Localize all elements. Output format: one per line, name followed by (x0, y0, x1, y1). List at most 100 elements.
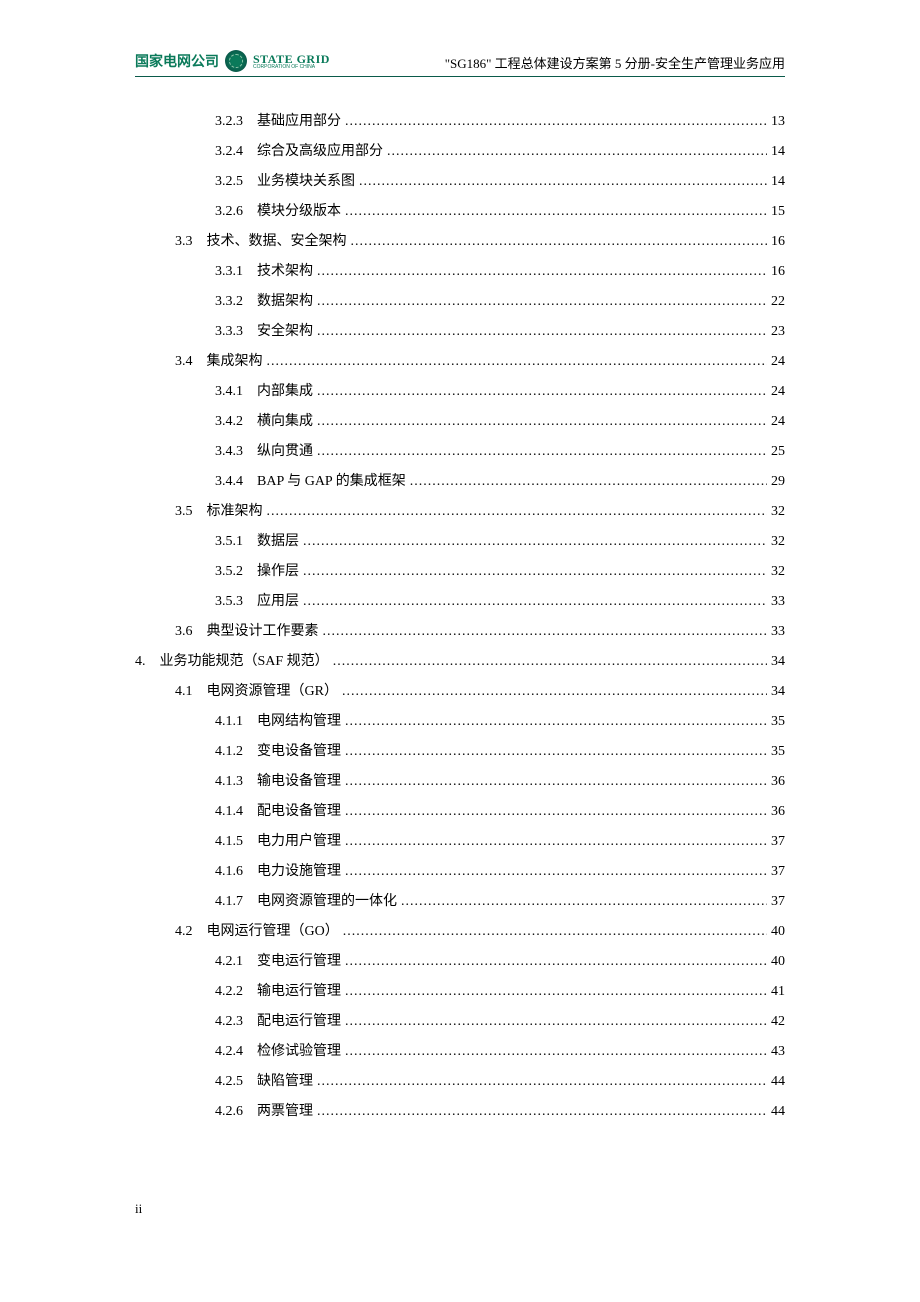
toc-entry: 3.5.2操作层32 (135, 560, 785, 590)
toc-page: 40 (771, 924, 785, 940)
toc-leader-dots (345, 954, 767, 970)
company-name-en: STATE GRID CORPORATION OF CHINA (253, 53, 330, 70)
toc-page: 14 (771, 174, 785, 190)
toc-title: 技术、数据、安全架构 (207, 230, 347, 250)
toc-page: 29 (771, 474, 785, 490)
toc-title: 缺陷管理 (257, 1070, 313, 1090)
toc-page: 35 (771, 714, 785, 730)
toc-number: 3.5.2 (215, 564, 243, 580)
toc-number: 4.2.3 (215, 1014, 243, 1030)
toc-page: 44 (771, 1104, 785, 1120)
document-title: "SG186" 工程总体建设方案第 5 分册-安全生产管理业务应用 (445, 53, 785, 72)
toc-title: 典型设计工作要素 (207, 620, 319, 640)
toc-title: 综合及高级应用部分 (257, 140, 383, 160)
toc-page: 32 (771, 504, 785, 520)
toc-leader-dots (317, 294, 767, 310)
toc-leader-dots (410, 474, 767, 490)
company-logo-icon (225, 50, 247, 72)
toc-page: 33 (771, 624, 785, 640)
toc-number: 3.3 (175, 234, 193, 250)
toc-number: 4. (135, 654, 146, 670)
toc-entry: 4.2.2输电运行管理41 (135, 980, 785, 1010)
toc-page: 24 (771, 354, 785, 370)
toc-entry: 3.4.3纵向贯通25 (135, 440, 785, 470)
toc-leader-dots (333, 654, 767, 670)
toc-page: 36 (771, 804, 785, 820)
toc-number: 4.2.5 (215, 1074, 243, 1090)
toc-entry: 4.1.3输电设备管理36 (135, 770, 785, 800)
toc-number: 3.5 (175, 504, 193, 520)
toc-entry: 4.2.3 配电运行管理 42 (135, 1010, 785, 1040)
toc-entry: 3.6 典型设计工作要素 33 (135, 620, 785, 650)
toc-entry: 3.4.4 BAP 与 GAP 的集成框架 29 (135, 470, 785, 500)
toc-entry: 4.1.6 电力设施管理 37 (135, 860, 785, 890)
toc-leader-dots (345, 1044, 767, 1060)
toc-title: 操作层 (257, 560, 299, 580)
toc-title: 电力设施管理 (257, 860, 341, 880)
toc-leader-dots (317, 1104, 767, 1120)
toc-entry: 4.1.5电力用户管理37 (135, 830, 785, 860)
toc-entry: 4.2.4检修试验管理43 (135, 1040, 785, 1070)
toc-page: 16 (771, 234, 785, 250)
company-en-main: STATE GRID (253, 53, 330, 65)
toc-page: 33 (771, 594, 785, 610)
toc-number: 4.2.2 (215, 984, 243, 1000)
toc-number: 3.2.4 (215, 144, 243, 160)
toc-title: 输电设备管理 (257, 770, 341, 790)
toc-number: 4.1.1 (215, 714, 243, 730)
company-name-cn: 国家电网公司 (135, 51, 219, 71)
toc-title: 集成架构 (207, 350, 263, 370)
toc-number: 3.4.4 (215, 474, 243, 490)
toc-title: 模块分级版本 (257, 200, 341, 220)
toc-entry: 4.2.1变电运行管理40 (135, 950, 785, 980)
toc-title: 配电设备管理 (257, 800, 341, 820)
toc-title: 电网资源管理的一体化 (257, 890, 397, 910)
toc-leader-dots (343, 924, 767, 940)
toc-entry: 3.5.1数据层32 (135, 530, 785, 560)
toc-title: 电网运行管理（GO） (207, 920, 339, 940)
logo-section: 国家电网公司 STATE GRID CORPORATION OF CHINA (135, 50, 330, 72)
toc-leader-dots (345, 984, 767, 1000)
toc-page: 42 (771, 1014, 785, 1030)
toc-leader-dots (345, 204, 767, 220)
toc-title: BAP 与 GAP 的集成框架 (257, 470, 406, 490)
toc-leader-dots (342, 684, 767, 700)
toc-leader-dots (387, 144, 767, 160)
toc-page: 37 (771, 864, 785, 880)
toc-leader-dots (317, 1074, 767, 1090)
toc-entry: 4.2电网运行管理（GO）40 (135, 920, 785, 950)
toc-page: 16 (771, 264, 785, 280)
toc-leader-dots (345, 804, 767, 820)
toc-container: 3.2.3基础应用部分133.2.4综合及高级应用部分143.2.5业务模块关系… (135, 110, 785, 1130)
toc-page: 34 (771, 684, 785, 700)
page-number: ii (135, 1201, 142, 1217)
toc-page: 37 (771, 894, 785, 910)
toc-entry: 4.2.5缺陷管理44 (135, 1070, 785, 1100)
toc-entry: 4.1.1电网结构管理35 (135, 710, 785, 740)
toc-title: 配电运行管理 (257, 1010, 341, 1030)
toc-number: 4.1.5 (215, 834, 243, 850)
toc-leader-dots (267, 504, 768, 520)
toc-entry: 3.4.1内部集成24 (135, 380, 785, 410)
toc-leader-dots (317, 414, 767, 430)
toc-title: 两票管理 (257, 1100, 313, 1120)
toc-leader-dots (303, 594, 767, 610)
toc-leader-dots (345, 834, 767, 850)
toc-entry: 3.2.6模块分级版本15 (135, 200, 785, 230)
toc-title: 业务功能规范（SAF 规范） (160, 650, 329, 670)
toc-page: 40 (771, 954, 785, 970)
toc-number: 3.4.1 (215, 384, 243, 400)
toc-entry: 3.3 技术、数据、安全架构 16 (135, 230, 785, 260)
toc-page: 24 (771, 384, 785, 400)
toc-number: 3.6 (175, 624, 193, 640)
toc-leader-dots (345, 774, 767, 790)
toc-number: 4.1.4 (215, 804, 243, 820)
toc-entry: 3.5.3应用层33 (135, 590, 785, 620)
toc-title: 数据层 (257, 530, 299, 550)
toc-entry: 3.2.5业务模块关系图14 (135, 170, 785, 200)
toc-title: 安全架构 (257, 320, 313, 340)
toc-number: 4.2.6 (215, 1104, 243, 1120)
toc-number: 4.1.6 (215, 864, 243, 880)
toc-page: 36 (771, 774, 785, 790)
toc-entry: 3.3.3安全架构23 (135, 320, 785, 350)
